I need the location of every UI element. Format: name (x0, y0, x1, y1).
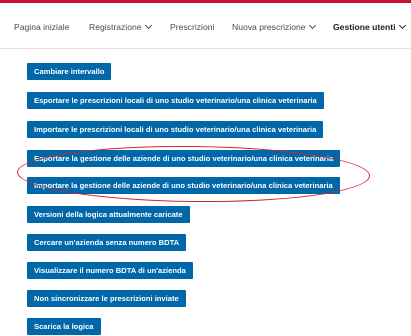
nav-item-label: Prescrizioni (170, 22, 215, 32)
main-navigation: Pagina iniziale Registrazione Prescrizio… (0, 3, 411, 49)
do-not-sync-prescriptions-button[interactable]: Non sincronizzare le prescrizioni inviat… (27, 290, 186, 307)
nav-item-label: Nuova prescrizione (232, 22, 306, 32)
nav-item-prescrizioni[interactable]: Prescrizioni (170, 22, 214, 32)
chevron-down-icon (308, 21, 316, 30)
chevron-down-icon (144, 21, 152, 30)
nav-item-label: Registrazione (89, 22, 142, 32)
nav-item-registrazione[interactable]: Registrazione (89, 21, 152, 32)
export-local-prescriptions-button[interactable]: Esportare le prescrizioni locali di uno … (27, 92, 324, 109)
import-local-prescriptions-button[interactable]: Importare le prescrizioni locali di uno … (27, 121, 324, 138)
nav-item-label: Gestione utenti (333, 22, 396, 32)
export-farm-management-button[interactable]: Esportare la gestione delle aziende di u… (27, 150, 341, 167)
import-farm-management-button[interactable]: Importare la gestione delle aziende di u… (27, 177, 340, 194)
change-interval-button[interactable]: Cambiare intervallo (27, 63, 112, 80)
nav-item-nuova-prescrizione[interactable]: Nuova prescrizione (232, 21, 316, 32)
nav-item-pagina-iniziale[interactable]: Pagina iniziale (14, 22, 69, 32)
show-farm-bdta-number-button[interactable]: Visualizzare il numero BDTA di un'aziend… (27, 262, 193, 279)
nav-item-label: Pagina iniziale (14, 22, 70, 32)
search-farm-without-bdta-button[interactable]: Cercare un'azienda senza numero BDTA (27, 234, 187, 251)
nav-item-gestione-utenti[interactable]: Gestione utenti (333, 21, 406, 32)
download-logic-button[interactable]: Scarica la logica (27, 318, 101, 335)
chevron-down-icon (398, 21, 406, 30)
loaded-logic-versions-button[interactable]: Versioni della logica attualmente carica… (27, 206, 190, 223)
